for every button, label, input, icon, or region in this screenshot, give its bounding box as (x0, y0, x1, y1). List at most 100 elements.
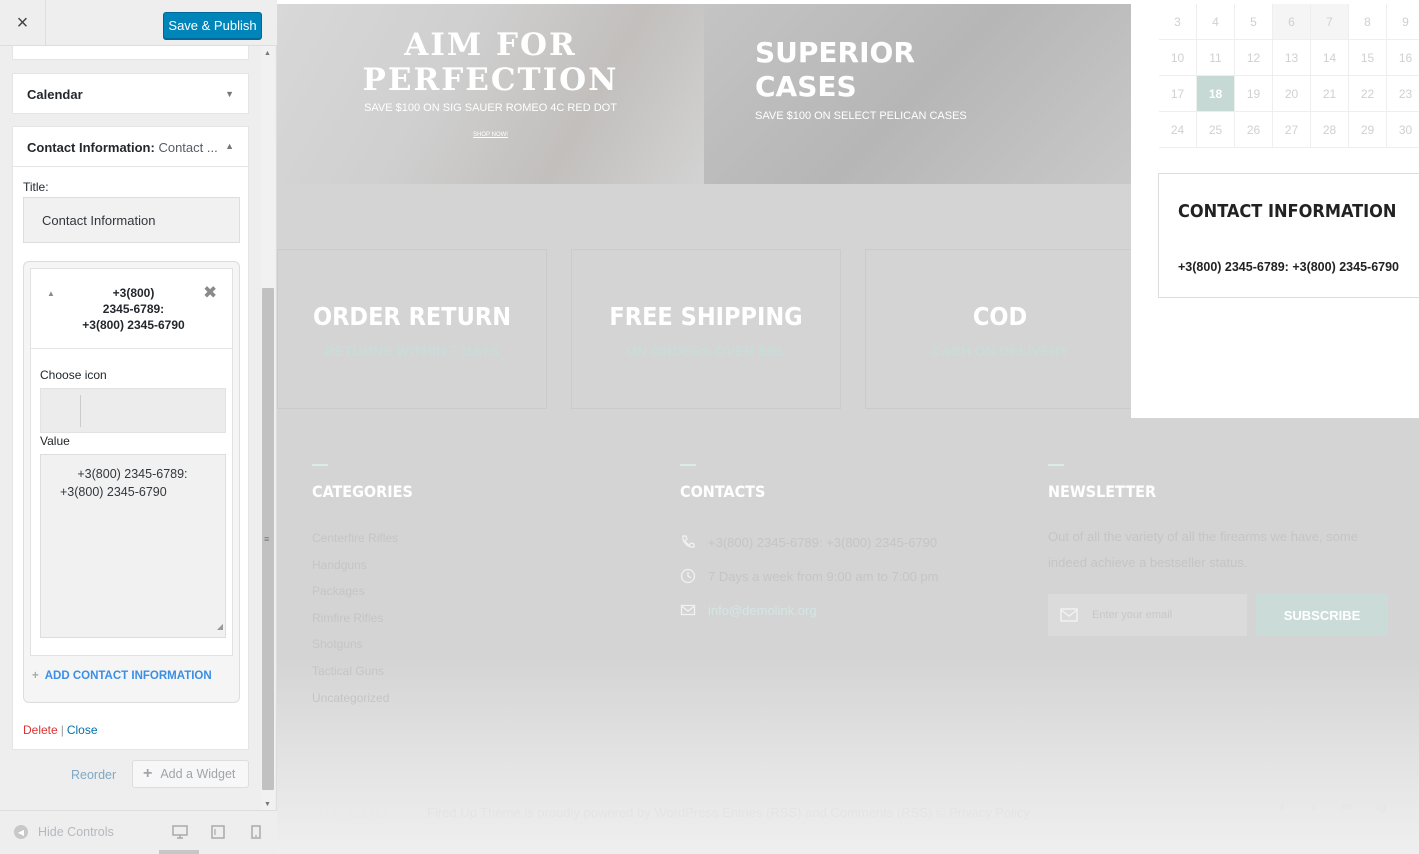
feature-order-return: ORDER RETURN RETURNS WITHIN 7 DAYS (277, 249, 547, 409)
calendar-day-today[interactable]: 18 (1197, 76, 1235, 112)
copyright-text: Fired Up Theme is proudly powered by Wor… (427, 805, 1030, 820)
delete-link[interactable]: Delete (23, 723, 58, 737)
clock-icon (680, 568, 696, 584)
caret-down-icon[interactable]: ▼ (225, 89, 234, 99)
calendar-day[interactable]: 26 (1235, 112, 1273, 148)
feature-subtitle: ON ORDERS OVER $99. (626, 343, 786, 359)
contact-email: info@demolink.org (680, 602, 817, 618)
scroll-up-icon[interactable]: ▲ (264, 50, 271, 57)
calendar-day[interactable]: 23 (1387, 76, 1419, 112)
calendar-day[interactable]: 30 (1387, 112, 1419, 148)
category-link[interactable]: Centerfire Rifles (312, 531, 398, 545)
calendar-day[interactable]: 25 (1197, 112, 1235, 148)
resize-handle-icon[interactable]: ◢ (217, 618, 223, 636)
calendar-day[interactable]: 27 (1273, 112, 1311, 148)
mobile-preview-icon[interactable] (246, 823, 266, 841)
contact-phone: +3(800) 2345-6789: +3(800) 2345-6790 (680, 534, 937, 550)
calendar-day[interactable]: 17 (1159, 76, 1197, 112)
feature-subtitle: CASH ON DELIVERY (931, 343, 1069, 359)
calendar-day[interactable]: 14 (1311, 40, 1349, 76)
add-contact-information-button[interactable]: + ADD CONTACT INFORMATION (32, 670, 212, 682)
contacts-title: CONTACTS (680, 482, 766, 501)
calendar-day[interactable]: 22 (1349, 76, 1387, 112)
category-link[interactable]: Uncategorized (312, 691, 389, 705)
banner-headline: AIM FOR PERFECTION (362, 27, 619, 98)
repeater-item-header[interactable]: ▲ +3(800) 2345-6789: +3(800) 2345-6790 ✖ (31, 269, 232, 349)
collapse-up-icon[interactable]: ▲ (47, 289, 55, 298)
calendar-day[interactable]: 28 (1311, 112, 1349, 148)
widget-header[interactable]: Contact Information: Contact ... ▲ (13, 127, 248, 167)
calendar-day[interactable]: 20 (1273, 76, 1311, 112)
site-preview: AIM FOR PERFECTION SAVE $100 ON SIG SAUE… (277, 0, 1419, 854)
contact-information-widget-preview: CONTACT INFORMATION +3(800) 2345-6789: +… (1131, 172, 1419, 418)
widget-title: Calendar (27, 87, 83, 102)
calendar-day[interactable]: 9 (1387, 4, 1419, 40)
promo-banner-cases[interactable]: SUPERIOR CASES SAVE $100 ON SELECT PELIC… (704, 4, 1131, 184)
calendar-day[interactable]: 4 (1197, 4, 1235, 40)
feature-cod: COD CASH ON DELIVERY (865, 249, 1135, 409)
calendar-day[interactable]: 29 (1349, 112, 1387, 148)
title-label: Title: (23, 180, 49, 194)
calendar-day[interactable]: 11 (1197, 40, 1235, 76)
save-publish-button[interactable]: Save & Publish (163, 12, 262, 39)
repeater-item-title: +3(800) 2345-6789: +3(800) 2345-6790 (82, 286, 185, 332)
facebook-icon[interactable]: f (1275, 800, 1289, 814)
scroll-down-icon[interactable]: ▼ (264, 801, 271, 808)
calendar-day[interactable]: 3 (1159, 4, 1197, 40)
value-label: Value (40, 434, 70, 448)
newsletter-email-input[interactable]: Enter your email (1048, 594, 1247, 636)
calendar-day[interactable]: 24 (1159, 112, 1197, 148)
category-link[interactable]: Handguns (312, 558, 367, 572)
category-link[interactable]: Packages (312, 584, 365, 598)
subscribe-button[interactable]: SUBSCRIBE (1256, 594, 1388, 636)
calendar-day[interactable]: 16 (1387, 40, 1419, 76)
calendar-day[interactable]: 15 (1349, 40, 1387, 76)
plus-icon: + (32, 670, 39, 682)
calendar-day[interactable]: 10 (1159, 40, 1197, 76)
scroll-grip-icon: ≡ (264, 534, 270, 544)
sidebar-header: × Save & Publish (0, 0, 277, 46)
instagram-icon[interactable]: ig (1374, 800, 1388, 814)
add-widget-button[interactable]: + Add a Widget (132, 760, 249, 788)
category-link[interactable]: Tactical Guns (312, 664, 384, 678)
mail-icon (680, 602, 696, 618)
desktop-preview-icon[interactable] (170, 823, 190, 841)
footer-logo[interactable]: FIREDUP (312, 802, 405, 823)
calendar-widget: 3 4 5 6 7 8 9 10 11 12 13 14 15 16 17 18 19 20 21 22 23 24 25 2… (1131, 0, 1419, 172)
widget-calendar[interactable]: Calendar ▼ (12, 73, 249, 114)
category-link[interactable]: Rimfire Rifles (312, 611, 383, 625)
site-footer: CATEGORIES Centerfire Rifles Handguns Pack… (277, 418, 1419, 854)
value-textarea[interactable]: +3(800) 2345-6789: +3(800) 2345-6790 ◢ (40, 454, 226, 638)
calendar-day[interactable]: 6 (1273, 4, 1311, 40)
reorder-link[interactable]: Reorder (71, 768, 116, 782)
shop-now-link[interactable]: SHOP NOW! (277, 132, 704, 138)
promo-banner-red-dot[interactable]: AIM FOR PERFECTION SAVE $100 ON SIG SAUE… (277, 4, 704, 184)
tablet-preview-icon[interactable] (208, 823, 228, 841)
calendar-day[interactable]: 13 (1273, 40, 1311, 76)
category-link[interactable]: Shotguns (312, 637, 363, 651)
calendar-day[interactable]: 19 (1235, 76, 1273, 112)
widgets-panel: Calendar ▼ Contact Information: Contact … (0, 46, 261, 810)
email-link[interactable]: info@demolink.org (708, 603, 817, 618)
close-icon[interactable]: × (0, 0, 46, 46)
newsletter-title: NEWSLETTER (1048, 482, 1157, 501)
remove-item-icon[interactable]: ✖ (203, 283, 217, 303)
sidebar-scrollbar[interactable]: ▲ ≡ ▼ (261, 46, 275, 810)
widget-contact-information: Contact Information: Contact ... ▲ Title… (12, 126, 249, 750)
hide-controls-button[interactable]: ◀ Hide Controls (14, 825, 114, 839)
close-link[interactable]: Close (67, 723, 98, 737)
banner-headline: SUPERIOR CASES (755, 36, 915, 103)
title-accent (680, 464, 696, 466)
icon-picker[interactable] (40, 388, 226, 433)
calendar-day[interactable]: 8 (1349, 4, 1387, 40)
choose-icon-label: Choose icon (40, 368, 107, 382)
twitter-icon[interactable]: t (1307, 800, 1321, 814)
calendar-day[interactable]: 7 (1311, 4, 1349, 40)
linkedin-icon[interactable]: in (1340, 800, 1354, 814)
title-input[interactable]: Contact Information (23, 197, 240, 243)
calendar-day[interactable]: 12 (1235, 40, 1273, 76)
widget-title: Contact Information: Contact ... (27, 140, 218, 155)
caret-up-icon[interactable]: ▲ (225, 141, 234, 151)
calendar-day[interactable]: 21 (1311, 76, 1349, 112)
calendar-day[interactable]: 5 (1235, 4, 1273, 40)
